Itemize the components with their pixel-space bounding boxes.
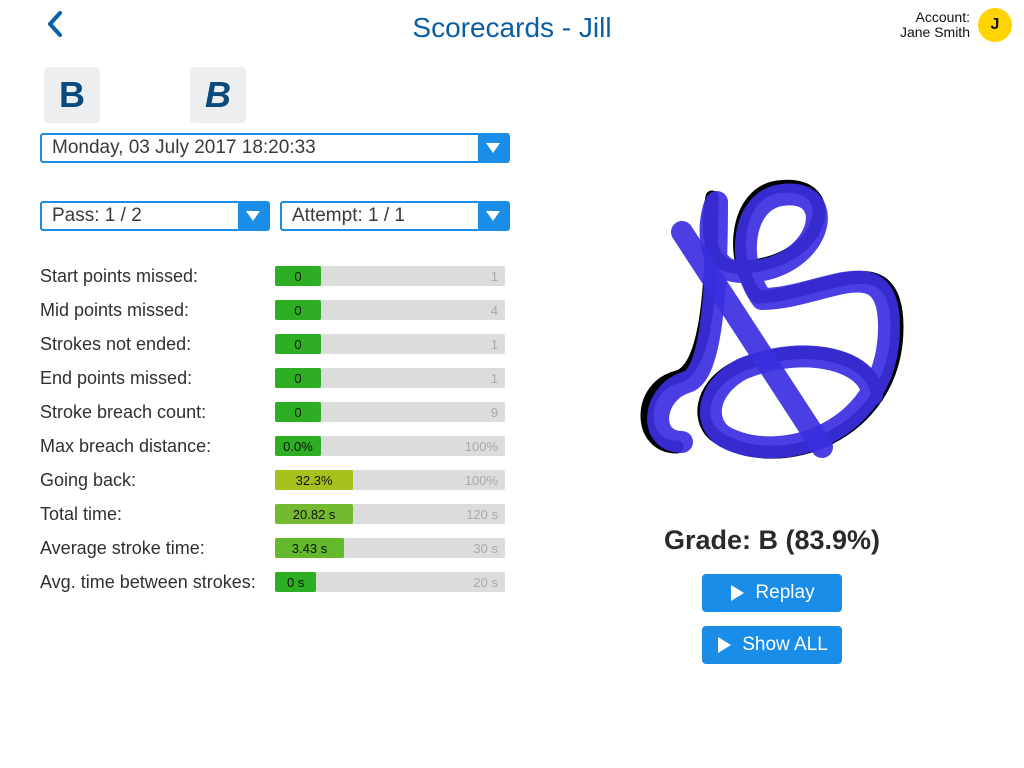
pass-select[interactable]: Pass: 1 / 2: [40, 201, 270, 231]
metric-label: Start points missed:: [40, 266, 275, 287]
metric-max: 1: [491, 334, 498, 354]
metric-row: Mid points missed:04: [40, 293, 530, 327]
metric-bar: 01: [275, 368, 505, 388]
metric-max: 100%: [465, 436, 498, 456]
metric-max: 1: [491, 368, 498, 388]
replay-button[interactable]: Replay: [702, 574, 842, 612]
metric-value: 20.82 s: [275, 504, 353, 524]
avatar: J: [978, 8, 1012, 42]
metric-value: 0: [275, 266, 321, 286]
metric-max: 20 s: [473, 572, 498, 592]
metric-bar: 32.3% 100%: [275, 470, 505, 490]
metric-row: Strokes not ended:01: [40, 327, 530, 361]
metric-max: 100%: [465, 470, 498, 490]
play-icon: [729, 584, 745, 602]
chevron-down-icon: [478, 203, 508, 229]
handwriting-preview: [587, 137, 957, 507]
metric-value: 0: [275, 402, 321, 422]
metric-max: 1: [491, 266, 498, 286]
grade-label: Grade: B (83.9%): [664, 525, 880, 556]
metric-label: Average stroke time:: [40, 538, 275, 559]
letter-tile-normal[interactable]: B: [44, 67, 100, 123]
metric-row: End points missed:01: [40, 361, 530, 395]
metric-value: 0: [275, 300, 321, 320]
metric-max: 9: [491, 402, 498, 422]
metric-label: Avg. time between strokes:: [40, 572, 275, 593]
metric-row: Going back:32.3% 100%: [40, 463, 530, 497]
metric-max: 30 s: [473, 538, 498, 558]
metric-bar: 01: [275, 334, 505, 354]
metric-value: 0.0%: [275, 436, 321, 456]
metric-label: End points missed:: [40, 368, 275, 389]
metric-bar: 20.82 s 120 s: [275, 504, 505, 524]
show-all-button-label: Show ALL: [742, 634, 828, 656]
metric-bar: 04: [275, 300, 505, 320]
date-select-label: Monday, 03 July 2017 18:20:33: [42, 137, 478, 159]
metric-label: Strokes not ended:: [40, 334, 275, 355]
metric-row: Start points missed:01: [40, 259, 530, 293]
metric-bar: 01: [275, 266, 505, 286]
metric-bar: 3.43 s 30 s: [275, 538, 505, 558]
letter-tile-italic[interactable]: B: [190, 67, 246, 123]
account-info[interactable]: Account: Jane Smith J: [900, 8, 1012, 42]
metric-bar: 0.0% 100%: [275, 436, 505, 456]
metric-value: 0: [275, 334, 321, 354]
show-all-button[interactable]: Show ALL: [702, 626, 842, 664]
metric-bar: 09: [275, 402, 505, 422]
metric-value: 0 s: [275, 572, 316, 592]
chevron-left-icon: [45, 10, 65, 38]
metric-label: Max breach distance:: [40, 436, 275, 457]
header: Scorecards - Jill Account: Jane Smith J: [0, 0, 1024, 55]
metrics-list: Start points missed:01Mid points missed:…: [40, 259, 530, 599]
back-button[interactable]: [45, 10, 65, 43]
left-panel: B B Monday, 03 July 2017 18:20:33 Pass: …: [40, 67, 530, 664]
metric-label: Mid points missed:: [40, 300, 275, 321]
metric-max: 4: [491, 300, 498, 320]
metric-label: Total time:: [40, 504, 275, 525]
metric-row: Average stroke time:3.43 s 30 s: [40, 531, 530, 565]
metric-label: Stroke breach count:: [40, 402, 275, 423]
metric-value: 0: [275, 368, 321, 388]
account-label: Account:: [900, 10, 970, 25]
letter-tiles: B B: [44, 67, 530, 123]
metric-value: 3.43 s: [275, 538, 344, 558]
attempt-select-label: Attempt: 1 / 1: [282, 205, 478, 227]
metric-max: 120 s: [466, 504, 498, 524]
attempt-select[interactable]: Attempt: 1 / 1: [280, 201, 510, 231]
metric-row: Avg. time between strokes:0 s 20 s: [40, 565, 530, 599]
account-text: Account: Jane Smith: [900, 10, 970, 41]
play-icon: [716, 636, 732, 654]
date-select[interactable]: Monday, 03 July 2017 18:20:33: [40, 133, 510, 163]
metric-bar: 0 s 20 s: [275, 572, 505, 592]
replay-button-label: Replay: [755, 582, 814, 604]
metric-row: Max breach distance:0.0% 100%: [40, 429, 530, 463]
metric-value: 32.3%: [275, 470, 353, 490]
right-panel: Grade: B (83.9%) Replay Show ALL: [560, 67, 984, 664]
metric-row: Total time:20.82 s 120 s: [40, 497, 530, 531]
avatar-initial: J: [991, 16, 1000, 34]
account-name: Jane Smith: [900, 25, 970, 40]
metric-label: Going back:: [40, 470, 275, 491]
pass-select-label: Pass: 1 / 2: [42, 205, 238, 227]
page-title: Scorecards - Jill: [0, 12, 1024, 44]
chevron-down-icon: [478, 135, 508, 161]
metric-row: Stroke breach count:09: [40, 395, 530, 429]
chevron-down-icon: [238, 203, 268, 229]
